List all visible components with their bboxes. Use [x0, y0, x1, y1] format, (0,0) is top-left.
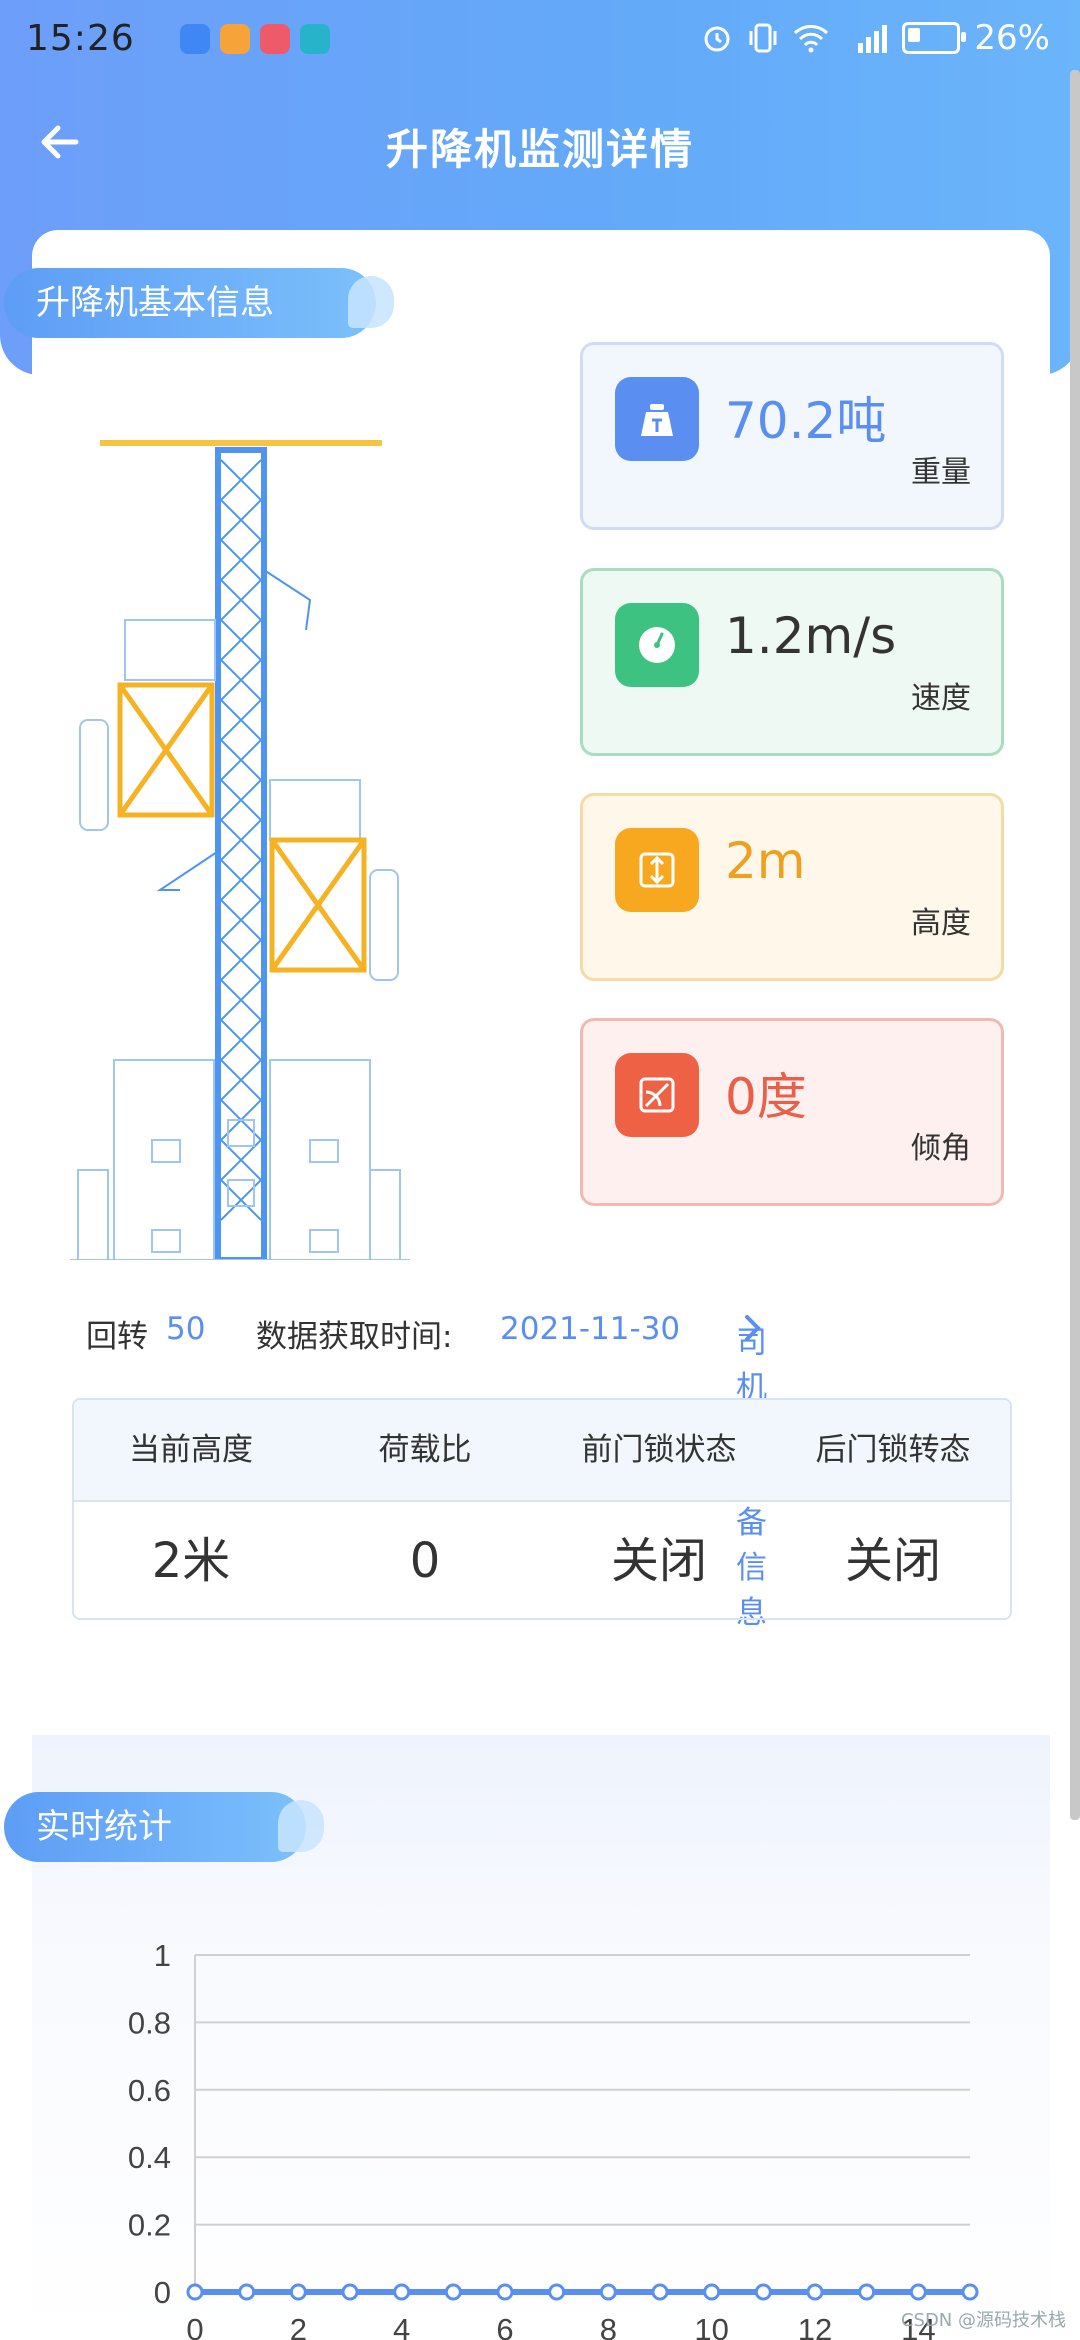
vibrate-icon [749, 23, 777, 53]
data-point [238, 2283, 256, 2301]
tilt-value: 0度 [725, 1068, 807, 1126]
speedometer-icon [615, 603, 699, 687]
x-tick-label: 2 [290, 2312, 307, 2340]
section-title: 升降机基本信息 [36, 283, 274, 323]
alarm-icon [704, 26, 730, 52]
header-load-ratio: 荷载比 [378, 1432, 472, 1468]
scrollbar[interactable] [1070, 70, 1080, 1820]
data-point [806, 2283, 824, 2301]
battery-percent: 26% [974, 18, 1050, 58]
y-tick-label: 1 [154, 1938, 171, 1973]
tilt-card: 0度 倾角 [580, 1018, 1004, 1206]
data-time-value: 2021-11-30 [500, 1311, 681, 1347]
page-title: 升降机监测详情 [385, 125, 694, 174]
height-icon [615, 828, 699, 912]
status-right: 26% [700, 18, 1050, 58]
rotation-value: 50 [166, 1311, 206, 1347]
y-tick-label: 0.6 [128, 2073, 171, 2108]
app-notification-icon [260, 24, 290, 54]
data-point [496, 2283, 514, 2301]
header-front-lock: 前门锁状态 [581, 1432, 737, 1468]
info-row: 回转 50 数据获取时间: 2021-11-30 司机及设备信息 [86, 1305, 1006, 1631]
search-app-icon [300, 24, 330, 54]
x-tick-label: 6 [496, 2312, 513, 2340]
tilt-label: 倾角 [911, 1131, 971, 1166]
stats-table-row: 2米 0 关闭 关闭 [74, 1502, 1010, 1618]
data-point [599, 2283, 617, 2301]
x-tick-label: 8 [600, 2312, 617, 2340]
data-point [444, 2283, 462, 2301]
value-current-height: 2米 [151, 1533, 231, 1589]
tilt-icon [615, 1053, 699, 1137]
data-point [703, 2283, 721, 2301]
battery-icon [902, 22, 967, 54]
stats-table-header: 当前高度 荷载比 前门锁状态 后门锁转态 [74, 1400, 1010, 1502]
weight-icon [615, 377, 699, 461]
elevator-illustration [70, 440, 410, 1260]
weight-label: 重量 [911, 455, 971, 490]
data-point [393, 2283, 411, 2301]
data-point [186, 2283, 204, 2301]
signal-icon [858, 25, 888, 53]
weight-value: 70.2吨 [725, 392, 887, 450]
section-ribbon-basic-info: 升降机基本信息 [4, 268, 394, 338]
section-title: 实时统计 [36, 1807, 172, 1847]
weight-card: 70.2吨 重量 [580, 342, 1004, 530]
app-notification-icon [180, 24, 210, 54]
y-tick-label: 0.4 [128, 2140, 171, 2175]
x-tick-label: 12 [798, 2312, 832, 2340]
speed-card: 1.2m/s 速度 [580, 568, 1004, 756]
data-point [548, 2283, 566, 2301]
realtime-line-chart: 00.20.40.60.810 2 4 6 8 10 12 14 [128, 1938, 979, 2340]
y-tick-label: 0.2 [128, 2208, 171, 2243]
status-bar: 15:26 26% [0, 0, 1080, 80]
y-tick-label: 0 [154, 2275, 171, 2310]
y-tick-label: 0.8 [128, 2005, 171, 2040]
height-card: 2m 高度 [580, 793, 1004, 981]
x-tick-label: 10 [694, 2312, 728, 2340]
value-rear-lock: 关闭 [844, 1533, 941, 1589]
data-point [961, 2283, 979, 2301]
watermark: CSDN @源码技术栈 [900, 2310, 1066, 2331]
x-tick-label: 4 [393, 2312, 410, 2340]
section-ribbon-realtime: 实时统计 [4, 1792, 324, 1862]
status-time: 15:26 [26, 18, 135, 59]
speed-label: 速度 [911, 681, 971, 716]
data-time-label: 数据获取时间: [256, 1319, 453, 1355]
stats-table: 当前高度 荷载比 前门锁状态 后门锁转态 2米 0 关闭 关闭 [72, 1398, 1012, 1620]
top-bar: 升降机监测详情 [0, 100, 1080, 190]
speed-value: 1.2m/s [725, 607, 897, 665]
data-point [909, 2283, 927, 2301]
data-point [341, 2283, 359, 2301]
rotation-label: 回转 [86, 1319, 148, 1355]
driver-equipment-link[interactable]: 司机及设备信息 [736, 1311, 767, 1631]
data-point [754, 2283, 772, 2301]
x-tick-label: 0 [186, 2312, 203, 2340]
data-point [651, 2283, 669, 2301]
height-value: 2m [725, 832, 806, 890]
notification-icons [180, 24, 330, 54]
header-current-height: 当前高度 [129, 1432, 253, 1468]
data-point [289, 2283, 307, 2301]
header-rear-lock: 后门锁转态 [815, 1432, 971, 1468]
video-app-icon [220, 24, 250, 54]
wifi-icon [794, 25, 829, 53]
value-front-lock: 关闭 [610, 1533, 707, 1589]
height-label: 高度 [911, 906, 971, 941]
data-point [858, 2283, 876, 2301]
value-load-ratio: 0 [409, 1533, 441, 1589]
